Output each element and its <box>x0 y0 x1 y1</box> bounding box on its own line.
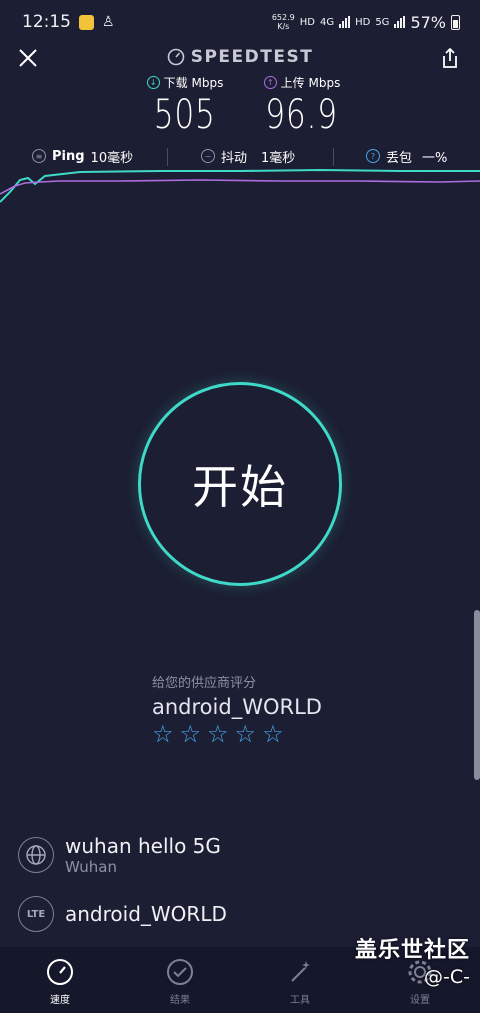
net-type-5g: 5G <box>375 16 390 28</box>
jitter-icon: − <box>201 149 215 163</box>
rating-prompt: 给您的供应商评分 <box>152 676 257 691</box>
tab-speed[interactable]: 速度 <box>0 947 120 1013</box>
stats-divider <box>167 148 168 166</box>
status-bar: 12:15 ♙ 652.9 K/s HD 4G HD 5G 57% <box>0 0 480 44</box>
ping-stat: ≡ Ping 10毫秒 <box>32 147 133 166</box>
speed-metrics: ↓ 下载 Mbps 505 ↑ 上传 Mbps 96.9 <box>0 74 480 140</box>
upload-graph-line <box>0 179 480 195</box>
rating-provider-name: android_WORLD <box>152 695 322 719</box>
status-time: 12:15 <box>22 12 71 32</box>
latency-stats: ≡ Ping 10毫秒 − 抖动 1毫秒 ? 丢包 一% <box>0 144 480 168</box>
star-icon[interactable]: ☆ <box>152 721 174 747</box>
scrollbar-thumb[interactable] <box>474 610 480 780</box>
signal-icon-2 <box>394 16 406 28</box>
magic-wand-icon <box>291 961 310 982</box>
battery-percent: 57% <box>410 12 446 32</box>
star-icon[interactable]: ☆ <box>180 721 202 747</box>
carrier-row[interactable]: LTE android_WORLD <box>18 896 227 932</box>
battery-icon <box>451 14 460 30</box>
server-row[interactable]: wuhan hello 5G Wuhan <box>18 834 221 876</box>
rating-stars: ☆ ☆ ☆ ☆ ☆ <box>152 721 322 747</box>
community-watermark: 盖乐世社区 @-C- <box>355 932 470 988</box>
brand-logo: SPEEDTEST <box>0 47 480 67</box>
header: SPEEDTEST <box>0 44 480 72</box>
jitter-value: 1毫秒 <box>261 150 296 166</box>
share-icon <box>443 47 457 68</box>
stats-divider <box>333 148 334 166</box>
download-label: 下载 Mbps <box>163 76 224 90</box>
loss-label: 丢包 <box>386 150 413 166</box>
ping-icon: ≡ <box>32 149 46 163</box>
tab-label: 设置 <box>410 995 430 1006</box>
help-icon: ? <box>366 149 380 163</box>
star-icon[interactable]: ☆ <box>207 721 229 747</box>
ping-value: 10毫秒 <box>90 150 134 166</box>
lte-icon: LTE <box>18 896 54 932</box>
upload-arrow-icon: ↑ <box>263 76 277 89</box>
download-metric: ↓ 下载 Mbps 505 <box>140 74 230 139</box>
lte-badge: LTE <box>26 908 46 920</box>
tab-tools[interactable]: 工具 <box>240 947 360 1013</box>
tab-label: 工具 <box>290 995 310 1006</box>
watermark-title: 盖乐世社区 <box>354 938 470 963</box>
watermark-user: @-C- <box>424 966 470 988</box>
jitter-label: 抖动 <box>221 150 248 166</box>
brand-name: SPEEDTEST <box>190 47 314 67</box>
provider-rating: 给您的供应商评分 android_WORLD ☆ ☆ ☆ ☆ ☆ <box>152 672 322 747</box>
hd-badge-2: HD <box>355 16 371 28</box>
check-circle-icon <box>167 959 193 985</box>
speed-graph <box>0 168 480 203</box>
hd-badge: HD <box>299 16 315 28</box>
notification-app-icon <box>79 14 94 30</box>
upload-value: 96.9 <box>265 92 339 138</box>
star-icon[interactable]: ☆ <box>262 721 284 747</box>
globe-icon <box>18 837 54 873</box>
download-graph-line <box>0 168 480 203</box>
star-icon[interactable]: ☆ <box>235 721 257 747</box>
share-button[interactable] <box>436 44 464 72</box>
tab-label: 结果 <box>170 995 190 1006</box>
server-name: wuhan hello 5G <box>65 834 221 858</box>
download-arrow-icon: ↓ <box>146 76 160 89</box>
upload-metric: ↑ 上传 Mbps 96.9 <box>252 74 352 139</box>
packet-loss-stat: ? 丢包 一% <box>366 147 447 166</box>
notification-icon: ♙ <box>102 14 115 30</box>
speedometer-icon <box>47 959 73 985</box>
server-city: Wuhan <box>65 858 118 876</box>
upload-label: 上传 Mbps <box>280 76 341 90</box>
speedometer-logo-icon <box>167 48 185 66</box>
carrier-name: android_WORLD <box>65 902 227 926</box>
tab-results[interactable]: 结果 <box>120 947 240 1013</box>
tab-label: 速度 <box>50 995 70 1006</box>
jitter-stat: − 抖动 1毫秒 <box>201 147 295 166</box>
download-value: 505 <box>154 92 216 138</box>
start-label: 开始 <box>192 460 288 514</box>
ping-label: Ping <box>52 148 85 164</box>
loss-value: 一% <box>422 150 448 166</box>
net-speed: 652.9 K/s <box>271 13 295 31</box>
start-button[interactable]: 开始 <box>138 382 342 586</box>
signal-icon <box>339 16 351 28</box>
net-type-4g: 4G <box>319 16 335 28</box>
